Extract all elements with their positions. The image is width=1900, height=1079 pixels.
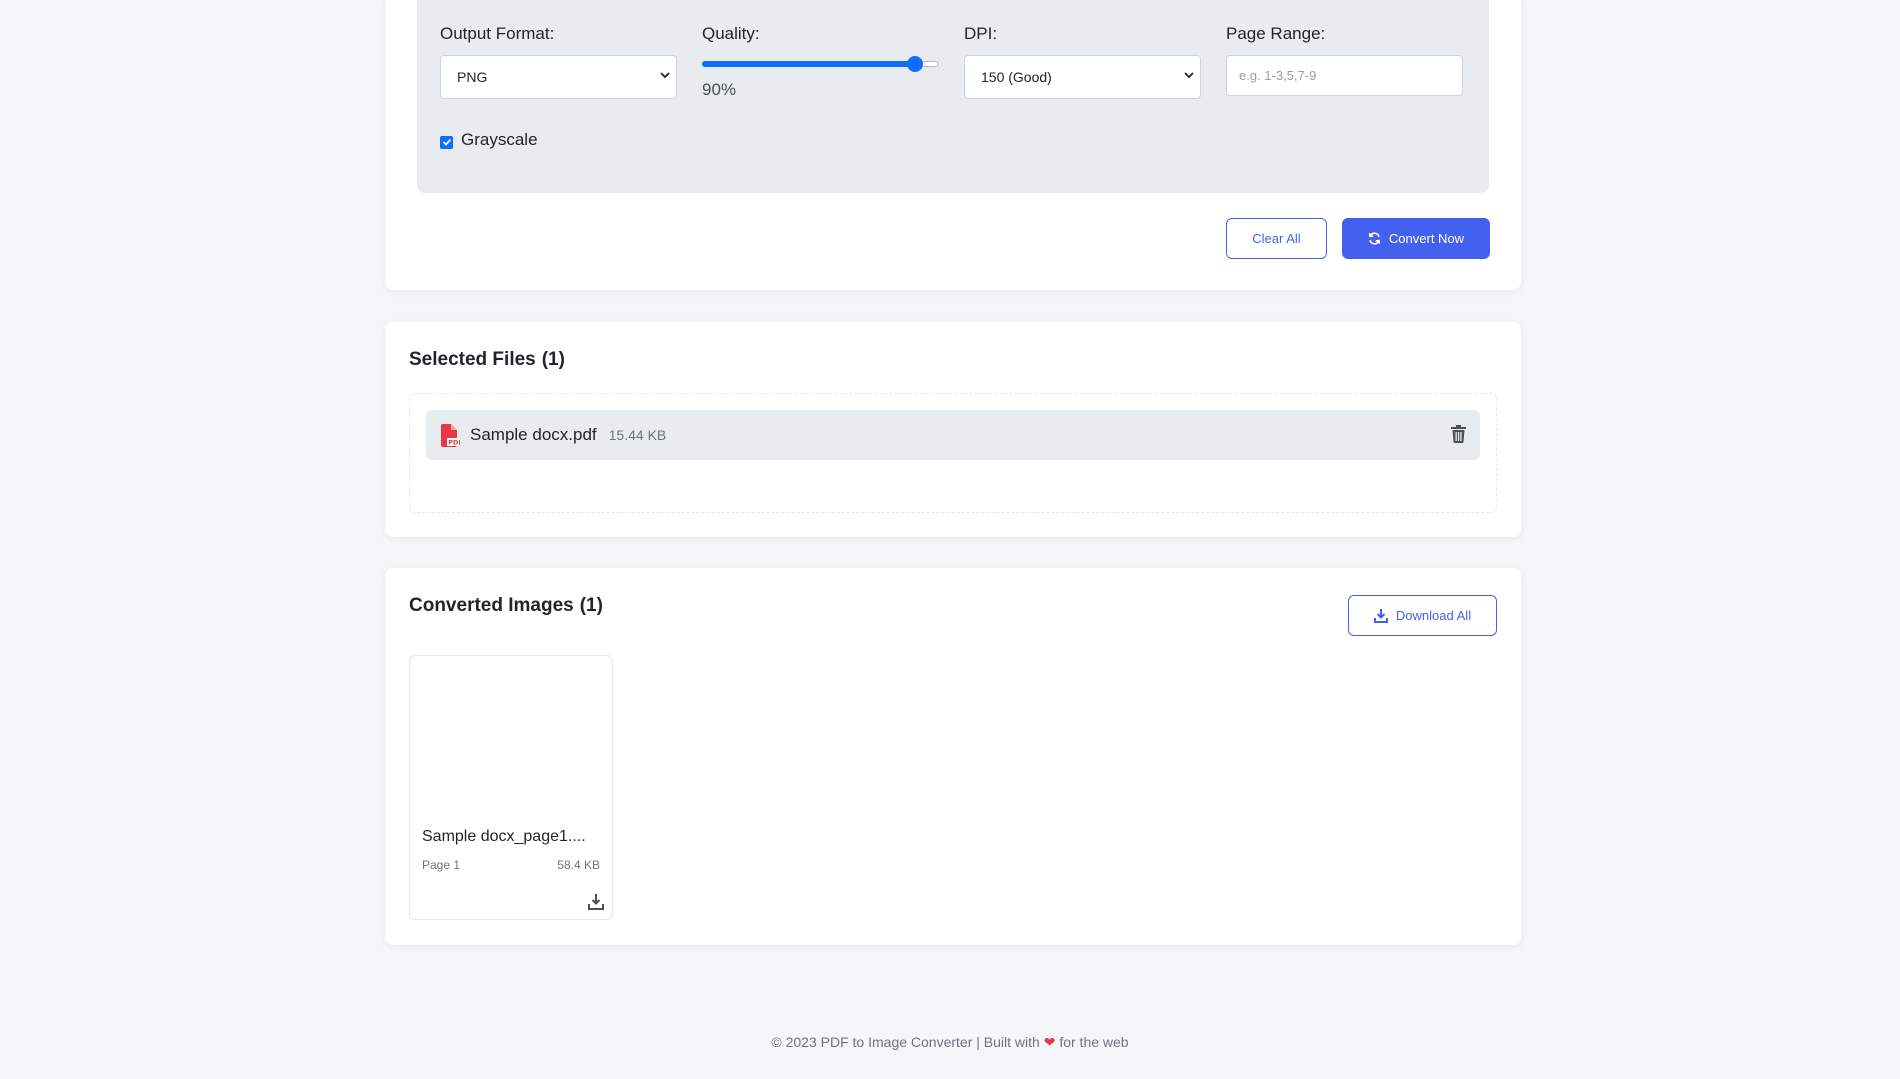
image-size: 58.4 KB — [557, 858, 600, 872]
quality-value: 90% — [702, 80, 737, 99]
download-all-label: Download All — [1395, 608, 1472, 623]
image-card[interactable]: Sample docx_page1.... Page 1 58.4 KB — [409, 655, 613, 920]
grayscale-option[interactable]: Grayscale — [440, 130, 538, 150]
image-name: Sample docx_page1.... — [422, 828, 586, 845]
dpi-field: DPI: 150 (Good) — [964, 24, 1201, 99]
quality-label: Quality: — [702, 24, 760, 43]
grayscale-label: Grayscale — [461, 130, 538, 149]
page-range-input[interactable]: e.g. 1-3,5,7-9 — [1226, 55, 1463, 96]
image-preview[interactable] — [410, 656, 612, 821]
file-list-item: PDF Sample docx.pdf 15.44 KB — [426, 410, 1480, 460]
footer-text-before: © 2023 PDF to Image Converter | Built wi… — [771, 1034, 1040, 1050]
svg-text:PDF: PDF — [448, 438, 460, 446]
checkmark-icon — [442, 138, 451, 146]
download-all-button[interactable]: Download All — [1348, 595, 1497, 636]
download-icon — [1373, 608, 1388, 623]
pdf-file-icon: PDF — [441, 423, 460, 447]
page-range-placeholder: e.g. 1-3,5,7-9 — [1239, 68, 1317, 83]
chevron-down-icon — [1184, 72, 1194, 79]
grayscale-checkbox[interactable] — [440, 135, 453, 149]
trash-icon[interactable] — [1451, 425, 1466, 443]
converted-images-title: Converted Images — [409, 595, 574, 616]
page-range-field: Page Range: e.g. 1-3,5,7-9 — [1226, 24, 1463, 96]
heart-icon: ❤ — [1043, 1034, 1056, 1050]
conversion-options-card: Output Format: PNG Quality: 90% DPI: 150… — [385, 0, 1521, 290]
converted-images-card: Converted Images (1) Download All Sample … — [385, 568, 1521, 945]
file-size: 15.44 KB — [608, 427, 667, 443]
chevron-down-icon — [660, 72, 670, 79]
dpi-label: DPI: — [964, 24, 998, 43]
convert-now-button[interactable]: Convert Now — [1342, 218, 1490, 259]
convert-now-label: Convert Now — [1388, 231, 1465, 246]
page-range-label: Page Range: — [1226, 24, 1326, 43]
quality-slider-thumb[interactable] — [907, 56, 924, 72]
converted-images-heading: Converted Images (1) — [409, 595, 603, 617]
clear-all-label: Clear All — [1252, 231, 1301, 246]
output-format-select[interactable]: PNG — [440, 55, 677, 99]
quality-slider-fill — [702, 61, 916, 67]
image-page: Page 1 — [422, 858, 461, 872]
sync-icon — [1368, 232, 1381, 245]
file-name: Sample docx.pdf — [470, 425, 597, 444]
clear-all-button[interactable]: Clear All — [1226, 218, 1327, 259]
selected-files-card: Selected Files(1) PDF Sample docx.pdf 15… — [385, 322, 1521, 537]
download-icon[interactable] — [588, 894, 604, 910]
quality-slider[interactable] — [702, 53, 939, 75]
output-format-field: Output Format: PNG — [440, 24, 677, 99]
selected-files-heading: Selected Files (1) — [409, 349, 565, 371]
page-footer: © 2023 PDF to Image Converter | Built wi… — [0, 1034, 1900, 1051]
selected-files-count: (1) — [541, 349, 565, 370]
quality-field: Quality: 90% — [702, 24, 939, 100]
options-panel: Output Format: PNG Quality: 90% DPI: 150… — [417, 0, 1489, 193]
dpi-value: 150 (Good) — [981, 69, 1052, 85]
footer-text-after: for the web — [1059, 1034, 1129, 1050]
file-list-dropzone[interactable]: PDF Sample docx.pdf 15.44 KB — [409, 393, 1497, 513]
output-format-label: Output Format: — [440, 24, 555, 43]
output-format-value: PNG — [457, 69, 488, 85]
dpi-select[interactable]: 150 (Good) — [964, 55, 1201, 99]
converted-images-count: (1) — [579, 595, 603, 616]
selected-files-title: Selected Files — [409, 349, 536, 370]
